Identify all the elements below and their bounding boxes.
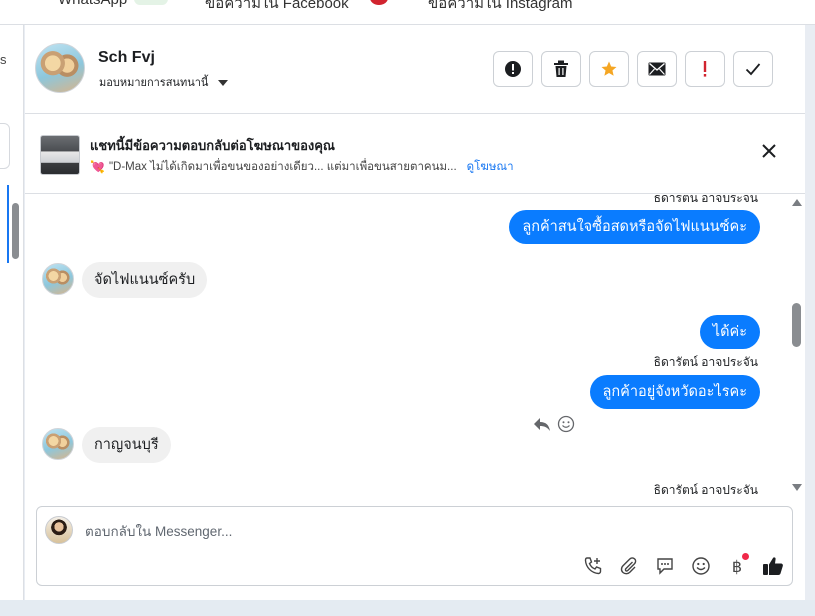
envelope-icon: [648, 62, 666, 76]
tab-whatsapp[interactable]: WhatsApp: [58, 0, 127, 8]
agent-avatar: [45, 516, 73, 544]
reply-composer: ฿: [36, 506, 793, 586]
sidebar-text-fragment: s: [0, 52, 7, 67]
composer-toolbar: ฿: [580, 553, 786, 579]
conversation-panel: Sch Fvj มอบหมายการสนทนานี้ แชทนี้มีข้อคว…: [25, 25, 805, 600]
emoji-react-icon[interactable]: [557, 415, 575, 433]
header-actions: [493, 51, 773, 87]
ad-banner-title: แชทนี้มีข้อความตอบกลับต่อโฆษณาของคุณ: [90, 138, 335, 153]
scroll-up-arrow[interactable]: [792, 199, 802, 206]
call-button[interactable]: [580, 553, 606, 579]
contact-avatar[interactable]: [35, 43, 85, 93]
thread-scrollbar[interactable]: [789, 195, 805, 501]
chevron-down-icon: [218, 79, 229, 86]
close-icon: [762, 144, 776, 158]
page-right-margin: [805, 25, 815, 600]
view-ad-link[interactable]: ดูโฆษณา: [467, 158, 514, 176]
spam-button[interactable]: [493, 51, 533, 87]
conversation-card[interactable]: [0, 123, 10, 169]
star-icon: [601, 61, 617, 76]
reply-input[interactable]: [85, 521, 685, 541]
notification-dot: [742, 553, 749, 560]
heart-icon: 💘: [90, 160, 105, 174]
follow-up-button[interactable]: [685, 51, 725, 87]
message-bubble-outgoing[interactable]: ลูกค้าสนใจซื้อสดหรือจัดไฟแนนซ์คะ: [509, 210, 760, 244]
check-icon: [745, 63, 761, 76]
ad-thumbnail[interactable]: [40, 135, 80, 175]
page-bottom-margin: [0, 600, 815, 616]
exclamation-icon: [703, 61, 707, 77]
assign-label: มอบหมายการสนทนานี้: [99, 77, 209, 89]
agent-name: ธิดารัตน์ อาจประจัน: [653, 355, 758, 369]
payment-button[interactable]: ฿: [724, 553, 750, 579]
mark-done-button[interactable]: [733, 51, 773, 87]
sidebar-scrollbar[interactable]: [12, 203, 19, 259]
mark-unread-button[interactable]: [637, 51, 677, 87]
thumbs-up-icon: [763, 557, 783, 575]
tab-facebook-messages[interactable]: ข้อความใน Facebook: [205, 0, 349, 15]
message-bubble-incoming[interactable]: กาญจนบุรี: [82, 427, 171, 463]
ad-snippet: "D-Max ไม่ได้เกิดมาเพื่อขนของอย่างเดียว.…: [108, 161, 457, 173]
message-actions: [533, 415, 575, 433]
message-bubble-incoming[interactable]: จัดไฟแนนซ์ครับ: [82, 262, 208, 298]
agent-name: ธิดารัตน์ อาจประจัน: [653, 195, 758, 205]
active-indicator: [7, 185, 9, 263]
message-thread[interactable]: ธิดารัตน์ อาจประจัน ลูกค้าสนใจซื้อสดหรือ…: [25, 195, 805, 501]
close-banner-button[interactable]: [761, 143, 777, 159]
unread-badge: [370, 0, 388, 5]
message-bubble-outgoing[interactable]: ได้ค่ะ: [699, 315, 760, 349]
tab-instagram-messages[interactable]: ข้อความใน Instagram: [428, 0, 572, 15]
paperclip-icon: [620, 557, 637, 575]
chat-bubble-icon: [657, 558, 673, 575]
conversation-header: Sch Fvj มอบหมายการสนทนานี้: [25, 25, 805, 114]
contact-avatar-small: [42, 263, 74, 295]
trash-icon: [554, 60, 568, 77]
star-button[interactable]: [589, 51, 629, 87]
scroll-down-arrow[interactable]: [792, 484, 802, 491]
emoji-icon: [692, 557, 710, 575]
assign-conversation-dropdown[interactable]: มอบหมายการสนทนานี้: [99, 73, 229, 91]
phone-plus-icon: [584, 557, 602, 575]
ad-reply-banner: แชทนี้มีข้อความตอบกลับต่อโฆษณาของคุณ 💘 "…: [25, 115, 805, 194]
conversation-list-sliver: s: [0, 25, 24, 600]
ad-banner-snippet-row: 💘 "D-Max ไม่ได้เกิดมาเพื่อขนของอย่างเดีย…: [90, 158, 514, 176]
baht-icon: ฿: [731, 556, 743, 576]
tab-count-badge: [134, 0, 168, 5]
saved-replies-button[interactable]: [652, 553, 678, 579]
emoji-button[interactable]: [688, 553, 714, 579]
attach-button[interactable]: [616, 553, 642, 579]
agent-name: ธิดารัตน์ อาจประจัน: [653, 483, 758, 497]
like-button[interactable]: [760, 553, 786, 579]
message-bubble-outgoing[interactable]: ลูกค้าอยู่จังหวัดอะไรคะ: [589, 375, 760, 409]
top-tab-strip: WhatsApp ข้อความใน Facebook ข้อความใน In…: [0, 0, 815, 25]
delete-button[interactable]: [541, 51, 581, 87]
alert-circle-icon: [505, 61, 521, 77]
contact-avatar-small: [42, 428, 74, 460]
contact-name[interactable]: Sch Fvj: [98, 49, 155, 67]
reply-icon[interactable]: [533, 416, 551, 432]
scrollbar-thumb[interactable]: [792, 303, 801, 347]
